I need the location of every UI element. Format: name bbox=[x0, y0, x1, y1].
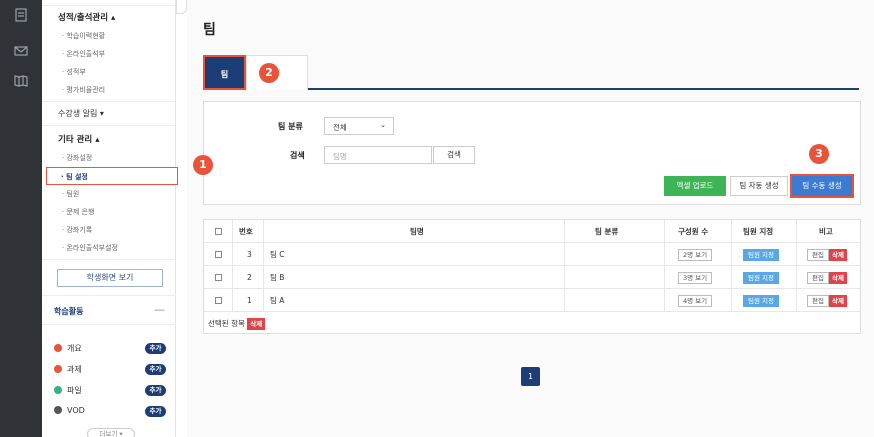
activity-label: 과제 bbox=[67, 365, 82, 374]
team-name: 팀 A bbox=[270, 296, 285, 305]
team-name: 팀 B bbox=[270, 273, 285, 282]
delete-button[interactable]: 삭제 bbox=[829, 266, 847, 289]
activity-label: 개요 bbox=[67, 344, 82, 353]
tab-bar: 팀 류 bbox=[203, 55, 859, 90]
page-title: 팀 bbox=[203, 22, 216, 38]
assign-members-button[interactable]: 팀원 지정 bbox=[743, 243, 779, 266]
student-view-button[interactable]: 학생화면 보기 bbox=[57, 269, 163, 287]
search-button[interactable]: 검색 bbox=[433, 146, 475, 164]
table-row: 1 팀 A 4명 보기 팀원 지정 편집 삭제 bbox=[204, 289, 860, 312]
nav-item-evaluation-ratio[interactable]: · 평가비율관리 bbox=[42, 81, 175, 99]
add-overview-button[interactable]: 추가 bbox=[145, 343, 166, 354]
assignment-icon bbox=[54, 365, 62, 373]
team-table: 번호 팀명 팀 분류 구성원 수 팀원 지정 비고 3 팀 C 2명 보기 팀원… bbox=[203, 219, 861, 334]
step-badge-3: 3 bbox=[809, 144, 829, 164]
col-category: 팀 분류 bbox=[595, 227, 619, 236]
nav-collapse-handle[interactable] bbox=[176, 0, 187, 14]
table-row: 3 팀 C 2명 보기 팀원 지정 편집 삭제 bbox=[204, 243, 860, 266]
nav-item-online-attendance[interactable]: · 온라인출석부 bbox=[42, 45, 175, 63]
pagination-page-1[interactable]: 1 bbox=[521, 367, 540, 386]
nav-group-grades[interactable]: 성적/출석관리 ▴ bbox=[42, 6, 175, 27]
category-select-value: 전체 bbox=[333, 123, 347, 132]
nav-item-learning-history[interactable]: · 학습이력현황 bbox=[42, 27, 175, 45]
nav-item-course-log[interactable]: · 강좌기록 bbox=[42, 221, 175, 239]
row-number: 2 bbox=[247, 273, 252, 282]
nav-item-question-bank[interactable]: · 문제 은행 bbox=[42, 203, 175, 221]
members-view-button[interactable]: 2명 보기 bbox=[678, 243, 713, 266]
selected-items-label: 선택된 항목 bbox=[208, 319, 245, 328]
row-checkbox[interactable] bbox=[215, 289, 222, 312]
icon-rail bbox=[0, 0, 42, 437]
members-view-button[interactable]: 4명 보기 bbox=[678, 289, 713, 312]
col-team-name: 팀명 bbox=[410, 227, 424, 236]
category-label: 팀 분류 bbox=[278, 122, 303, 131]
overview-icon bbox=[54, 344, 62, 352]
category-select[interactable]: 전체 ⌄ bbox=[324, 117, 394, 135]
add-assignment-button[interactable]: 추가 bbox=[145, 364, 166, 375]
more-button[interactable]: 더보기 ▾ bbox=[87, 428, 135, 437]
assign-members-button[interactable]: 팀원 지정 bbox=[743, 289, 779, 312]
add-vod-button[interactable]: 추가 bbox=[145, 406, 166, 417]
edit-button[interactable]: 편집 bbox=[807, 289, 829, 312]
delete-selected-button[interactable]: 삭제 bbox=[247, 318, 266, 330]
row-number: 3 bbox=[247, 250, 252, 259]
team-name: 팀 C bbox=[270, 250, 285, 259]
search-panel: 팀 분류 전체 ⌄ 검색 팀명 검색 엑셀 업로드 팀 자동 생성 팀 수동 생… bbox=[203, 101, 861, 205]
nav-item-course-settings[interactable]: · 강좌설정 bbox=[42, 149, 175, 167]
step-badge-1: 1 bbox=[193, 155, 213, 175]
book-icon[interactable] bbox=[0, 66, 42, 96]
search-input[interactable]: 팀명 bbox=[324, 146, 432, 164]
add-file-button[interactable]: 추가 bbox=[145, 385, 166, 396]
col-remarks: 비고 bbox=[819, 227, 833, 236]
row-number: 1 bbox=[247, 296, 252, 305]
col-assign-members: 팀원 지정 bbox=[743, 227, 774, 236]
delete-button[interactable]: 삭제 bbox=[829, 289, 847, 312]
file-icon bbox=[54, 386, 62, 394]
edit-button[interactable]: 편집 bbox=[807, 243, 829, 266]
activity-item-assignment: 과제 추가 bbox=[54, 364, 166, 378]
tab-team[interactable]: 팀 bbox=[203, 55, 246, 90]
mail-icon[interactable] bbox=[0, 36, 42, 66]
chevron-down-icon: ⌄ bbox=[380, 121, 386, 129]
activity-label: 파일 bbox=[67, 386, 82, 395]
row-checkbox[interactable] bbox=[215, 266, 222, 289]
col-number: 번호 bbox=[239, 227, 253, 236]
search-label: 검색 bbox=[290, 151, 305, 160]
document-icon[interactable] bbox=[0, 0, 42, 30]
select-all-checkbox[interactable] bbox=[215, 220, 222, 243]
nav-item-team-members[interactable]: · 팀원 bbox=[42, 185, 175, 203]
row-checkbox[interactable] bbox=[215, 243, 222, 266]
edit-button[interactable]: 편집 bbox=[807, 266, 829, 289]
assign-members-button[interactable]: 팀원 지정 bbox=[743, 266, 779, 289]
col-member-count: 구성원 수 bbox=[678, 227, 709, 236]
activity-item-vod: VOD 추가 bbox=[54, 406, 166, 420]
nav-item-gradebook[interactable]: · 성적부 bbox=[42, 63, 175, 81]
excel-upload-button[interactable]: 엑셀 업로드 bbox=[664, 176, 726, 196]
table-header-row: 번호 팀명 팀 분류 구성원 수 팀원 지정 비고 bbox=[204, 220, 860, 243]
activity-label: VOD bbox=[67, 406, 85, 415]
manual-create-team-button[interactable]: 팀 수동 생성 bbox=[790, 174, 854, 198]
activities-header: 학습활동 — bbox=[42, 295, 176, 325]
table-row: 2 팀 B 3명 보기 팀원 지정 편집 삭제 bbox=[204, 266, 860, 289]
nav-divider bbox=[42, 101, 175, 102]
delete-button[interactable]: 삭제 bbox=[829, 243, 847, 266]
table-footer: 선택된 항목 삭제 bbox=[204, 312, 860, 333]
auto-create-team-button[interactable]: 팀 자동 생성 bbox=[730, 176, 788, 196]
step-badge-2: 2 bbox=[259, 63, 279, 83]
nav-divider bbox=[42, 125, 175, 126]
nav-group-etc[interactable]: 기타 관리 ▴ bbox=[42, 128, 175, 149]
main-content: 팀 팀 류 팀 분류 전체 ⌄ 검색 팀명 검색 엑셀 업로드 팀 자동 생성 … bbox=[187, 0, 874, 437]
activity-item-file: 파일 추가 bbox=[54, 385, 166, 399]
activities-title: 학습활동 bbox=[54, 307, 84, 316]
nav-group-notify[interactable]: 수강생 알림 ▾ bbox=[42, 104, 175, 123]
vod-play-icon bbox=[54, 406, 62, 414]
nav-item-team-settings[interactable]: · 팀 설정 bbox=[46, 167, 178, 185]
members-view-button[interactable]: 3명 보기 bbox=[678, 266, 713, 289]
activity-item-overview: 개요 추가 bbox=[54, 343, 166, 357]
collapse-icon[interactable]: — bbox=[154, 303, 165, 316]
nav-divider bbox=[42, 259, 175, 260]
nav-item-attendance-settings[interactable]: · 온라인출석부설정 bbox=[42, 239, 175, 257]
